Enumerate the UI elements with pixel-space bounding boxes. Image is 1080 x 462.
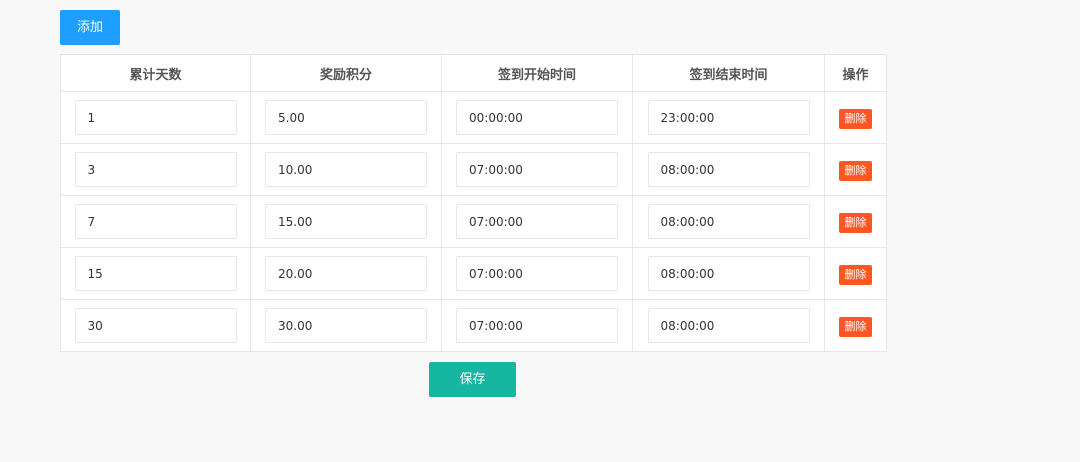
end-time-input[interactable]: [647, 308, 810, 343]
end-time-input[interactable]: [647, 256, 810, 291]
table-row: 删除: [60, 195, 887, 248]
start-time-input[interactable]: [456, 100, 618, 135]
end-time-input[interactable]: [647, 204, 810, 239]
points-input[interactable]: [265, 256, 427, 291]
points-input[interactable]: [265, 100, 427, 135]
points-input[interactable]: [265, 204, 427, 239]
delete-button[interactable]: 删除: [839, 264, 872, 285]
header-cumulative-days: 累计天数: [60, 54, 251, 92]
delete-button[interactable]: 删除: [839, 108, 872, 129]
table-row: 删除: [60, 143, 887, 196]
points-input[interactable]: [265, 308, 427, 343]
header-signin-start-time: 签到开始时间: [441, 54, 633, 92]
delete-button[interactable]: 删除: [839, 160, 872, 181]
delete-button[interactable]: 删除: [839, 212, 872, 233]
start-time-input[interactable]: [456, 256, 618, 291]
days-input[interactable]: [74, 100, 237, 135]
page: 添加 累计天数 奖励积分 签到开始时间 签到结束时间 操作 删: [0, 0, 1080, 462]
signin-rules-table: 累计天数 奖励积分 签到开始时间 签到结束时间 操作 删除 删除: [60, 54, 887, 352]
header-reward-points: 奖励积分: [250, 54, 442, 92]
delete-button[interactable]: 删除: [839, 316, 872, 337]
start-time-input[interactable]: [456, 204, 618, 239]
table-row: 删除: [60, 91, 887, 144]
start-time-input[interactable]: [456, 152, 618, 187]
table-row: 删除: [60, 247, 887, 300]
table-row: 删除: [60, 299, 887, 352]
end-time-input[interactable]: [647, 152, 810, 187]
days-input[interactable]: [74, 204, 237, 239]
start-time-input[interactable]: [456, 308, 618, 343]
header-actions: 操作: [824, 54, 887, 92]
days-input[interactable]: [74, 256, 237, 291]
points-input[interactable]: [265, 152, 427, 187]
header-signin-end-time: 签到结束时间: [632, 54, 825, 92]
days-input[interactable]: [74, 308, 237, 343]
add-button[interactable]: 添加: [60, 10, 120, 45]
end-time-input[interactable]: [647, 100, 810, 135]
save-button[interactable]: 保存: [429, 362, 516, 397]
days-input[interactable]: [74, 152, 237, 187]
table-header-row: 累计天数 奖励积分 签到开始时间 签到结束时间 操作: [60, 54, 887, 92]
